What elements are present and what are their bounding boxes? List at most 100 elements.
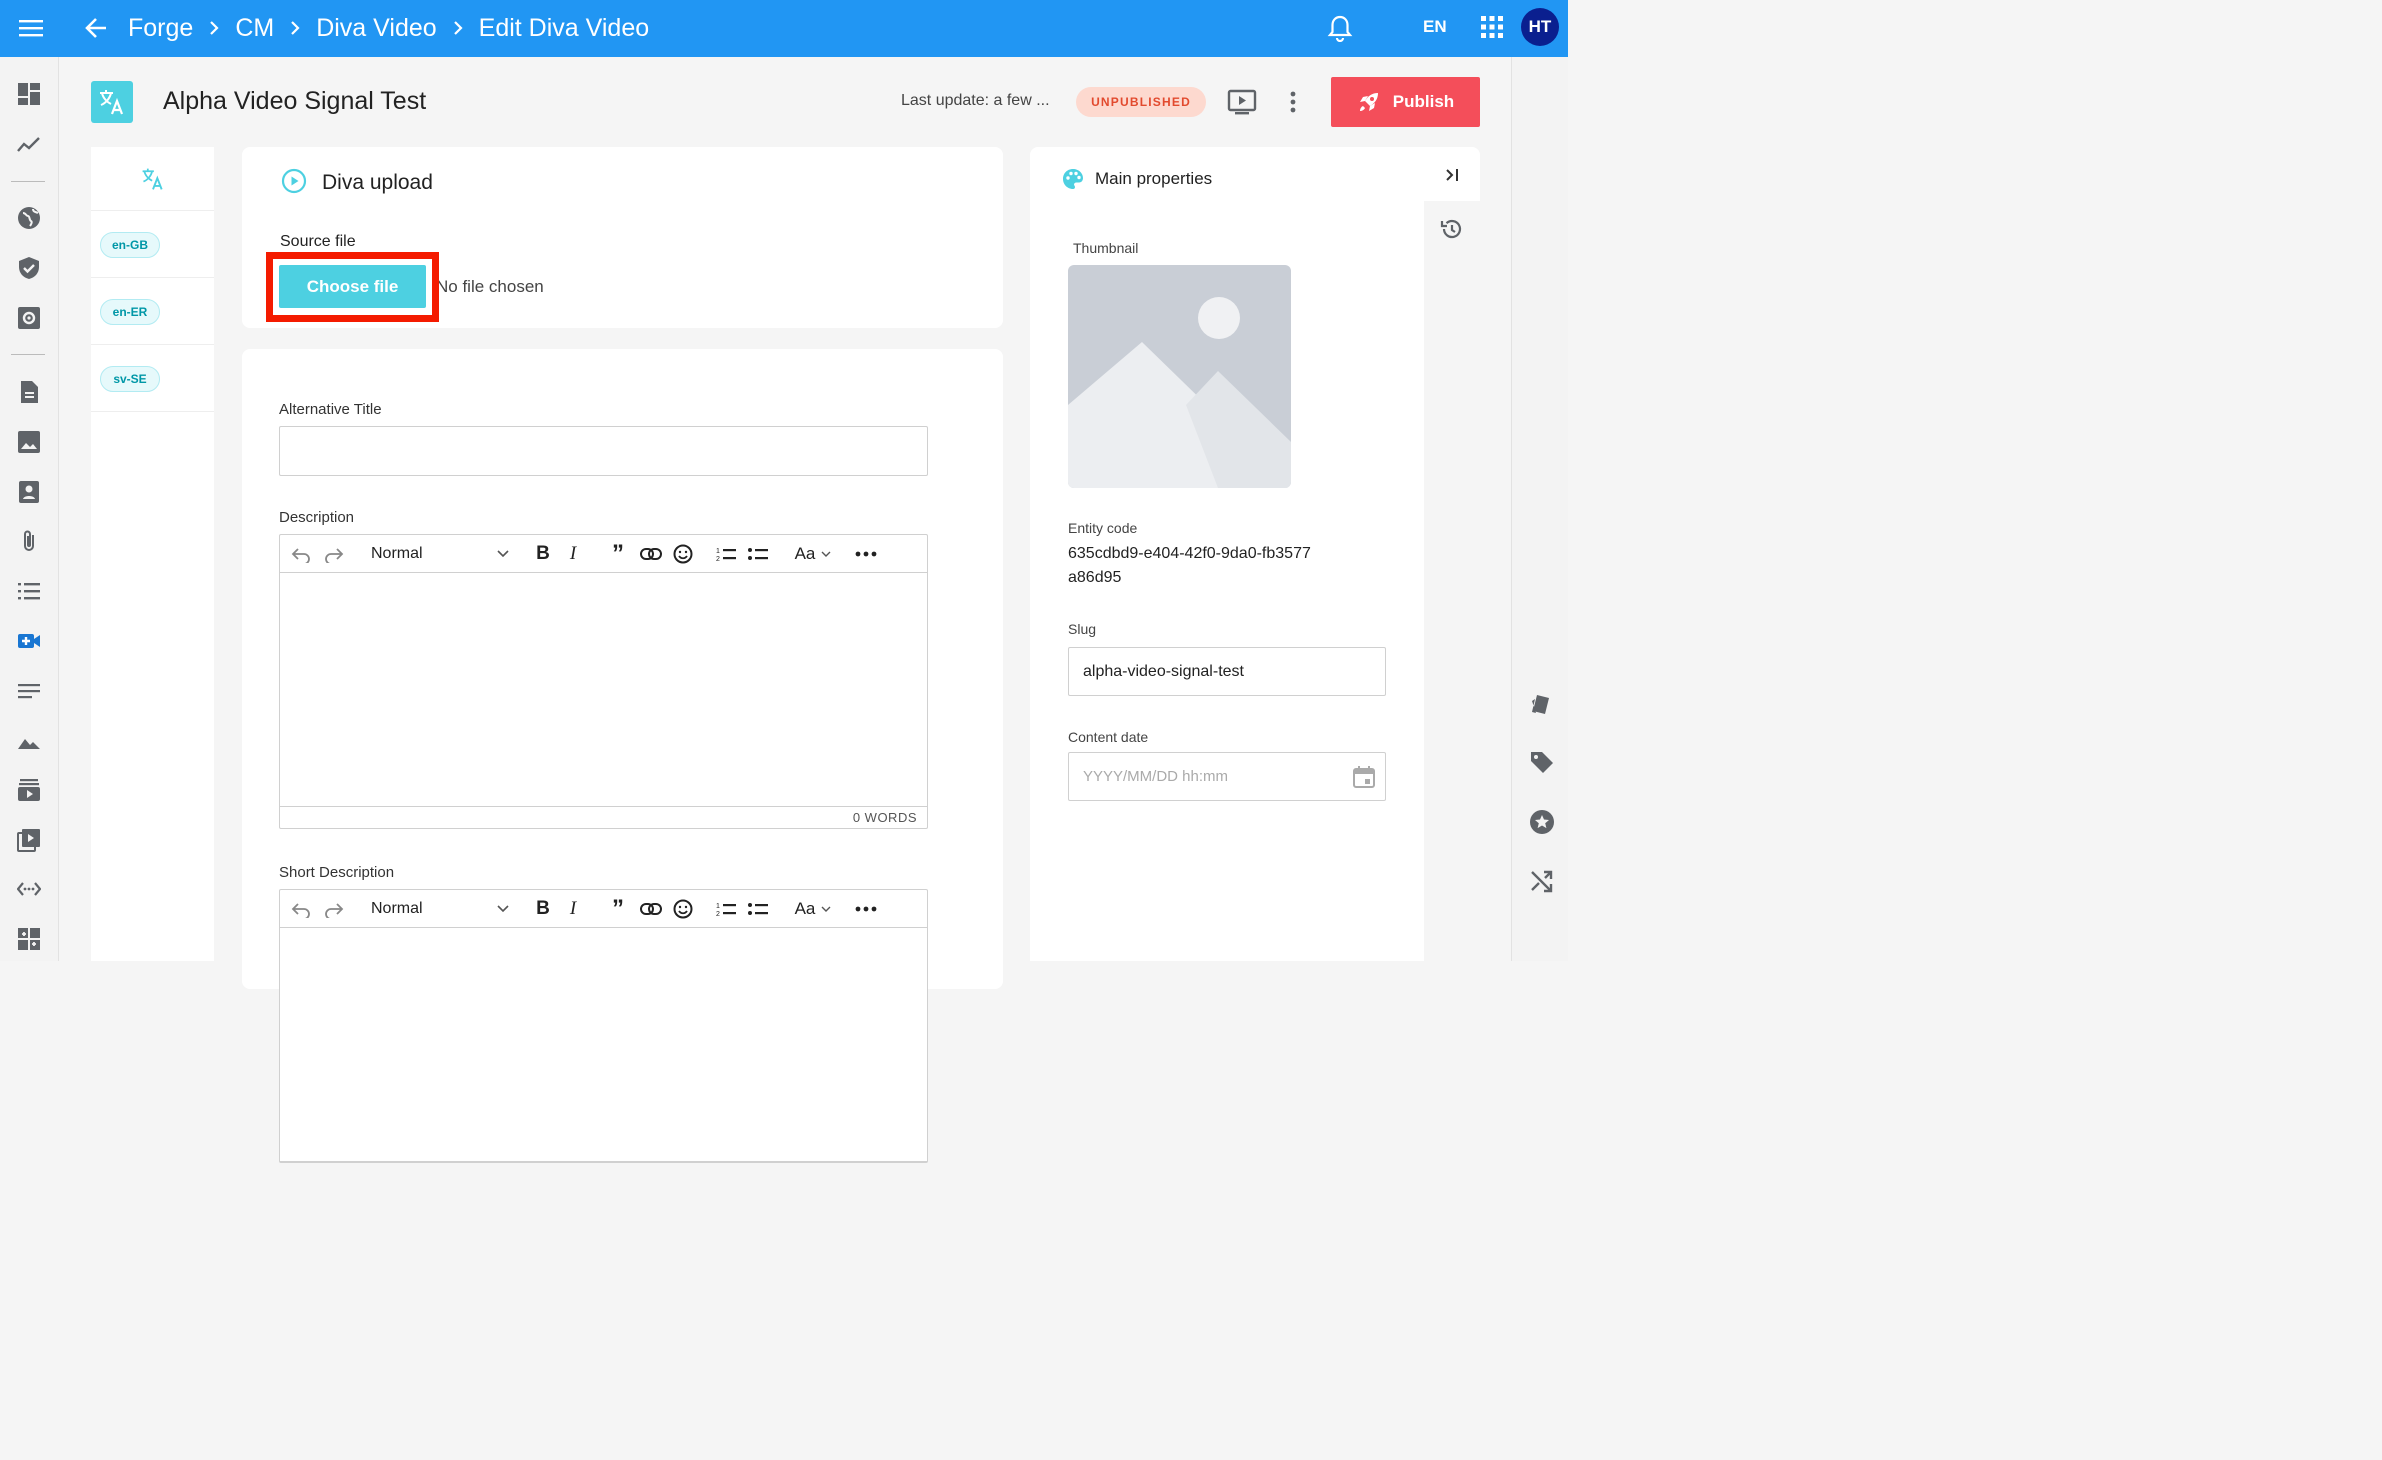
undo-icon[interactable] [290,543,312,565]
chevron-right-icon [453,21,463,35]
redo-icon[interactable] [323,898,345,920]
preview-icon[interactable] [1227,89,1257,115]
link-icon[interactable] [640,543,662,565]
undo-icon[interactable] [290,898,312,920]
italic-icon[interactable]: I [565,543,581,565]
svg-text:1: 1 [716,548,720,555]
content-date-placeholder: YYYY/MM/DD hh:mm [1083,768,1229,785]
main-properties-panel: Main properties Thumbnail Entity code 63… [1030,147,1480,961]
content-date-label: Content date [1068,729,1149,745]
link-icon[interactable] [640,898,662,920]
blockquote-icon[interactable]: ” [608,895,628,922]
video-add-icon[interactable] [17,629,41,653]
status-badge: UNPUBLISHED [1076,87,1206,117]
page-title: Alpha Video Signal Test [163,87,427,115]
no-file-text: No file chosen [436,277,544,296]
apps-grid-icon[interactable] [1480,15,1504,39]
redo-icon[interactable] [323,543,345,565]
widgets-icon[interactable] [17,927,41,951]
thumbnail-placeholder-image[interactable] [1068,265,1291,488]
publish-button[interactable]: Publish [1331,77,1480,127]
blockquote-icon[interactable]: ” [608,540,628,567]
menu-icon[interactable] [18,16,44,40]
settings-box-icon[interactable] [17,306,41,330]
description-label: Description [279,509,355,526]
short-description-label: Short Description [279,864,395,881]
analytics-icon[interactable] [17,133,41,157]
editor-toolbar: Normal B I ” 12 Aa [280,890,927,928]
dashboard-icon[interactable] [17,82,41,106]
more-horiz-icon[interactable] [854,543,878,565]
description-editor: Normal B I ” 12 Aa 0 WORDS [279,534,928,829]
rocket-icon [1359,93,1378,111]
bell-icon[interactable] [1327,14,1353,42]
calendar-icon[interactable] [1352,765,1376,789]
upload-title: Diva upload [322,171,433,194]
shield-icon[interactable] [17,256,41,280]
collapse-panel-icon[interactable] [1441,164,1463,186]
arrow-back-icon[interactable] [83,14,109,42]
more-horiz-icon[interactable] [854,898,878,920]
short-description-editor: Normal B I ” 12 Aa [279,889,928,1163]
word-count: 0 WORDS [852,810,917,825]
font-size-select[interactable]: Aa [791,898,835,920]
locale-chip-sv-se[interactable]: sv-SE [100,366,160,392]
shuffle-icon[interactable] [1529,868,1555,894]
paragraph-style-value: Normal [371,545,423,562]
alternative-title-input[interactable] [279,426,928,476]
breadcrumb-diva-video[interactable]: Diva Video [316,14,436,43]
breadcrumb-forge[interactable]: Forge [128,14,193,43]
form-card: Alternative Title Description Normal B I… [242,349,1003,1163]
more-vert-icon[interactable] [1283,90,1303,114]
star-icon[interactable] [1529,809,1555,835]
video-library-icon[interactable] [17,778,41,802]
palette-icon [1061,167,1085,191]
list-icon[interactable] [17,579,41,603]
properties-title: Main properties [1095,169,1213,188]
translate-badge-icon [91,81,133,123]
tags-stack-icon[interactable] [1529,691,1555,717]
locale-chip-en-gb[interactable]: en-GB [100,232,160,258]
play-circle-icon [281,168,307,194]
globe-icon[interactable] [17,206,41,230]
emoji-icon[interactable] [672,543,694,565]
history-icon[interactable] [1440,217,1464,241]
thumbnail-label: Thumbnail [1073,240,1139,256]
tag-icon[interactable] [1529,749,1555,775]
bold-icon[interactable]: B [533,543,553,565]
slug-input[interactable]: alpha-video-signal-test [1068,647,1386,696]
paragraph-style-select[interactable]: Normal [371,898,509,920]
chevron-down-icon [497,905,509,913]
breadcrumb-cm[interactable]: CM [235,14,274,43]
bold-icon[interactable]: B [533,898,553,920]
bullet-list-icon[interactable] [748,543,768,565]
emoji-icon[interactable] [672,898,694,920]
playlist-play-icon[interactable] [17,828,41,852]
entity-code-label: Entity code [1068,520,1138,536]
description-text-area[interactable] [280,573,927,807]
svg-text:2: 2 [716,556,720,562]
language-selector[interactable]: EN [1423,17,1447,37]
text-lines-icon[interactable] [17,679,41,703]
choose-file-button[interactable]: Choose file [279,265,426,308]
avatar[interactable]: HT [1521,8,1559,46]
image-icon[interactable] [17,430,41,454]
font-size-select[interactable]: Aa [791,543,835,565]
short-description-text-area[interactable] [280,928,927,1162]
ordered-list-icon[interactable]: 12 [716,543,736,565]
paragraph-style-select[interactable]: Normal [371,543,509,565]
content-date-input[interactable]: YYYY/MM/DD hh:mm [1068,752,1386,801]
top-app-bar: Forge CM Diva Video Edit Diva Video EN H… [0,0,1568,57]
translate-icon[interactable] [91,147,214,211]
ordered-list-icon[interactable]: 12 [716,898,736,920]
paragraph-style-value: Normal [371,900,423,917]
portrait-icon[interactable] [17,480,41,504]
publish-label: Publish [1392,92,1455,111]
code-icon[interactable] [17,877,41,901]
locale-chip-en-er[interactable]: en-ER [100,299,160,325]
landscape-icon[interactable] [17,729,41,753]
paperclip-icon[interactable] [17,529,41,553]
bullet-list-icon[interactable] [748,898,768,920]
italic-icon[interactable]: I [565,898,581,920]
document-icon[interactable] [17,380,41,404]
